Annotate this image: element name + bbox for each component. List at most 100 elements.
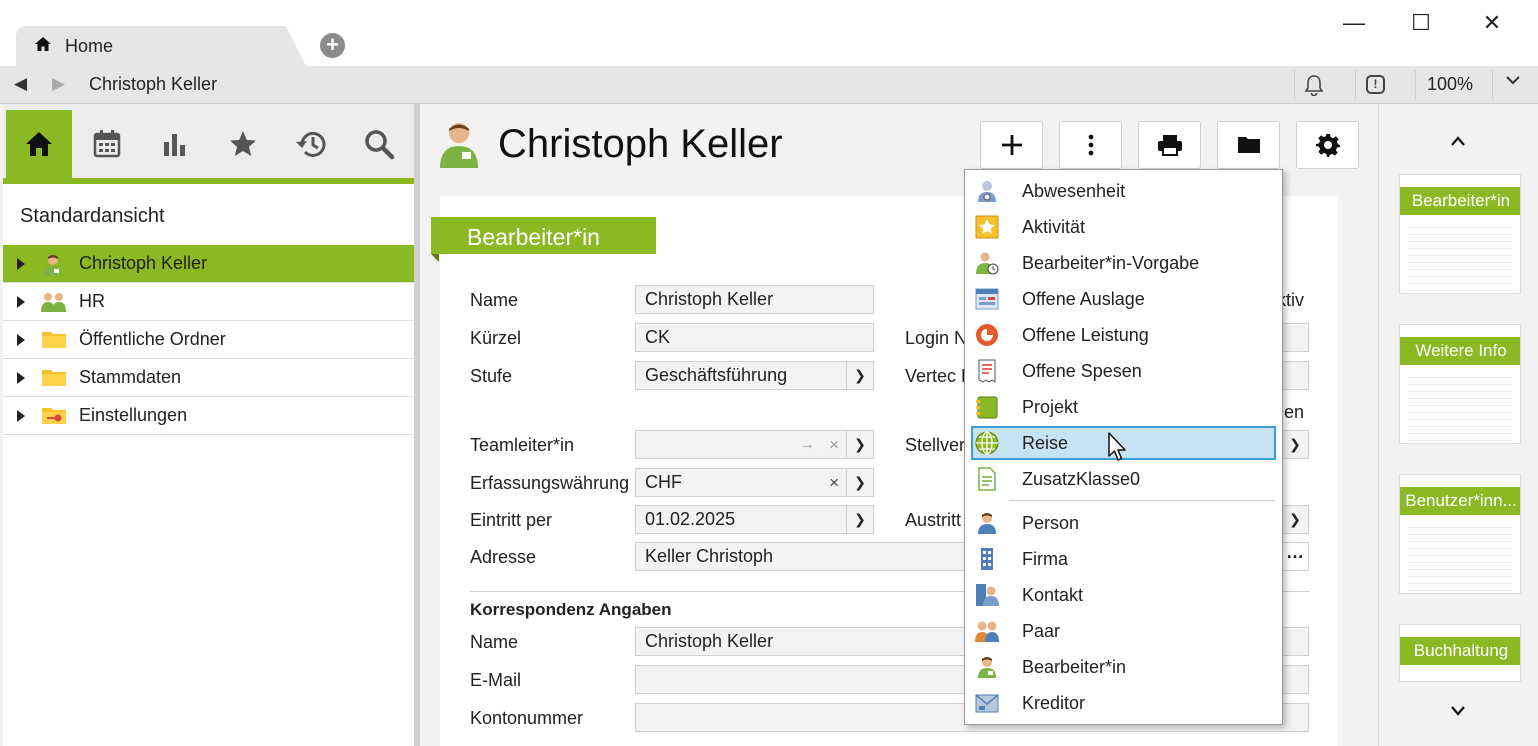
expand-icon[interactable]: [17, 257, 25, 270]
star-icon[interactable]: [210, 110, 276, 178]
adresse-more-button[interactable]: …: [1280, 542, 1309, 571]
new-button[interactable]: [980, 121, 1043, 169]
teamleiter-select[interactable]: → × ❯: [635, 430, 874, 459]
chevron-down-icon[interactable]: [1505, 72, 1521, 93]
label-austritt: Austritt: [905, 510, 962, 530]
thumb-preview: [1408, 521, 1512, 591]
login-field[interactable]: [1280, 323, 1309, 352]
adresse-field[interactable]: Keller Christoph: [635, 542, 965, 571]
forward-icon[interactable]: ▶: [52, 74, 65, 94]
project-icon: [975, 395, 999, 419]
person-icon: [975, 511, 999, 535]
tree-item-label: Einstellungen: [79, 405, 188, 425]
tree-item-christoph-keller[interactable]: Christoph Keller: [3, 245, 414, 283]
chevron-up-icon[interactable]: [1450, 130, 1466, 153]
back-icon[interactable]: ◀: [14, 74, 27, 94]
tree-item-stammdaten[interactable]: Stammdaten: [3, 359, 414, 397]
thumb-benutzer[interactable]: Benutzer*inn...: [1399, 474, 1521, 594]
view-title: Standardansicht: [20, 205, 165, 227]
chevron-down-icon[interactable]: ❯: [846, 506, 873, 533]
menu-item-label: Reise: [1022, 433, 1069, 453]
menu-item-paar[interactable]: Paar: [971, 614, 1276, 648]
close-button[interactable]: ✕: [1472, 8, 1512, 38]
tree-item-einstellungen[interactable]: Einstellungen: [3, 397, 414, 435]
chevron-down-icon[interactable]: ❯: [1281, 506, 1308, 533]
name-field[interactable]: Christoph Keller: [635, 285, 874, 314]
calendar-icon[interactable]: [74, 110, 140, 178]
add-tab-button[interactable]: +: [320, 33, 345, 58]
maximize-button[interactable]: ☐: [1401, 8, 1441, 38]
folder-button[interactable]: [1217, 121, 1280, 169]
breadcrumb: Christoph Keller: [89, 74, 218, 94]
mouse-cursor-icon: [1108, 432, 1128, 462]
bell-icon[interactable]: [1304, 74, 1324, 97]
menu-item-kreditor[interactable]: Kreditor: [971, 686, 1276, 720]
menu-item-projekt[interactable]: Projekt: [971, 390, 1276, 424]
menu-item-person[interactable]: Person: [971, 506, 1276, 540]
expand-icon[interactable]: [17, 333, 25, 346]
absence-icon: [975, 179, 999, 203]
label-eintritt: Eintritt per: [470, 510, 553, 530]
austritt-date[interactable]: ❯: [1280, 505, 1309, 534]
chevron-down-icon[interactable]: ❯: [1281, 431, 1308, 458]
menu-item-kontakt[interactable]: Kontakt: [971, 578, 1276, 612]
tab-label: Home: [65, 36, 114, 56]
settings-button[interactable]: [1296, 121, 1359, 169]
menu-item-firma[interactable]: Firma: [971, 542, 1276, 576]
clear-icon[interactable]: ×: [829, 469, 839, 496]
eintritt-date[interactable]: 01.02.2025 ❯: [635, 505, 874, 534]
menu-item-offene-auslage[interactable]: Offene Auslage: [971, 282, 1276, 316]
label-vertec: Vertec F: [905, 366, 973, 386]
user-icon: [975, 655, 999, 679]
waehrung-select[interactable]: CHF × ❯: [635, 468, 874, 497]
home-icon[interactable]: [6, 110, 72, 178]
thumb-buchhaltung[interactable]: Buchhaltung: [1399, 624, 1521, 682]
divider: [1355, 70, 1356, 100]
eintritt-value: 01.02.2025: [645, 509, 736, 529]
menu-item-offene-leistung[interactable]: Offene Leistung: [971, 318, 1276, 352]
label-stufe: Stufe: [470, 366, 513, 386]
tree-item-public-folders[interactable]: Öffentliche Ordner: [3, 321, 414, 359]
menu-item-abwesenheit[interactable]: Abwesenheit: [971, 174, 1276, 208]
settings-folder-icon: [41, 405, 66, 427]
vertec-field[interactable]: [1280, 361, 1309, 390]
user-default-icon: [975, 251, 999, 275]
chevron-down-icon[interactable]: ❯: [846, 469, 873, 496]
menu-item-bearbeiter[interactable]: Bearbeiter*in: [971, 650, 1276, 684]
stufe-select[interactable]: Geschäftsführung ❯: [635, 361, 874, 390]
more-button[interactable]: [1059, 121, 1122, 169]
expand-icon[interactable]: [17, 371, 25, 384]
divider: [1415, 70, 1416, 100]
menu-item-label: Bearbeiter*in-Vorgabe: [1022, 253, 1200, 273]
kuerzel-field[interactable]: CK: [635, 323, 874, 352]
expand-icon[interactable]: [17, 295, 25, 308]
menu-item-label: Kontakt: [1022, 585, 1084, 605]
section-heading: Korrespondenz Angaben: [470, 600, 672, 619]
menu-item-zusatzklasse0[interactable]: ZusatzKlasse0: [971, 462, 1276, 496]
stufe-value: Geschäftsführung: [645, 365, 788, 385]
alert-icon[interactable]: !: [1366, 75, 1385, 94]
expand-icon[interactable]: [17, 409, 25, 422]
tree-item-hr[interactable]: HR: [3, 283, 414, 321]
print-button[interactable]: [1138, 121, 1201, 169]
tab-home[interactable]: Home: [16, 26, 306, 66]
chart-icon[interactable]: [142, 110, 208, 178]
chevron-down-icon[interactable]: [1450, 700, 1466, 723]
clear-icon[interactable]: ×: [829, 431, 839, 458]
menu-item-aktivitaet[interactable]: Aktivität: [971, 210, 1276, 244]
menu-item-offene-spesen[interactable]: Offene Spesen: [971, 354, 1276, 388]
chevron-down-icon[interactable]: ❯: [846, 431, 873, 458]
thumb-weitere-info[interactable]: Weitere Info: [1399, 324, 1521, 444]
gear-icon: [1315, 134, 1340, 157]
minimize-button[interactable]: —: [1334, 8, 1374, 38]
search-icon[interactable]: [346, 110, 412, 178]
stellvertretung-select[interactable]: ❯: [1280, 430, 1309, 459]
goto-icon[interactable]: →: [799, 431, 815, 458]
history-icon[interactable]: [278, 110, 344, 178]
menu-item-label: Person: [1022, 513, 1080, 533]
chevron-down-icon[interactable]: ❯: [846, 362, 873, 389]
zoom-level[interactable]: 100%: [1427, 74, 1473, 95]
thumb-bearbeiter[interactable]: Bearbeiter*in: [1399, 174, 1521, 294]
menu-item-bearbeiter-vorgabe[interactable]: Bearbeiter*in-Vorgabe: [971, 246, 1276, 280]
user-icon: [438, 119, 480, 169]
